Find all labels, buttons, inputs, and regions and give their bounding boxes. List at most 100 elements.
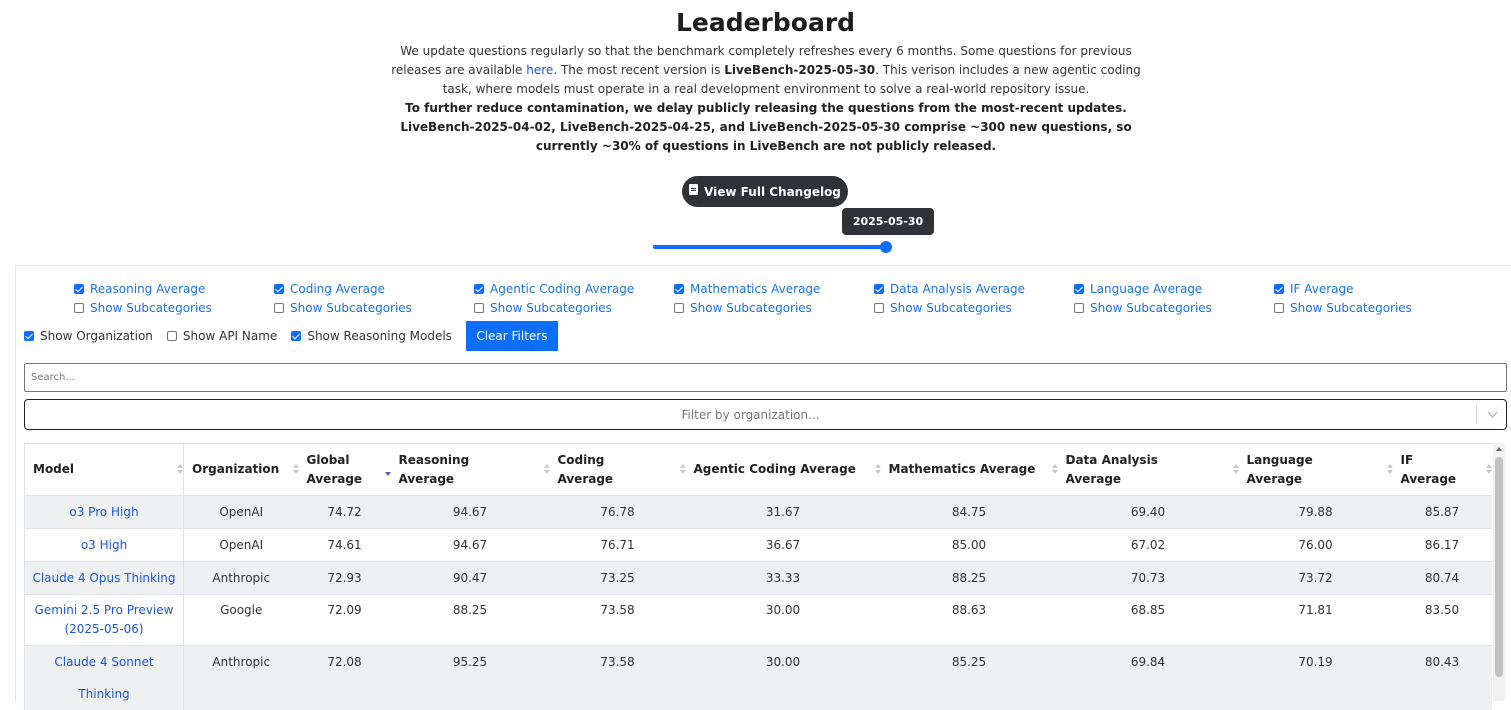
- category-toggle[interactable]: Agentic Coding Average: [474, 279, 634, 298]
- questions-link[interactable]: here: [526, 63, 553, 77]
- show-subcategories-toggle[interactable]: Show Subcategories: [1074, 298, 1212, 317]
- show-organization-option[interactable]: Show Organization: [24, 329, 153, 343]
- category-filter: Reasoning AverageShow Subcategories: [74, 279, 212, 317]
- release-slider-track[interactable]: [653, 245, 886, 249]
- column-header[interactable]: Agentic Coding Average: [686, 444, 881, 496]
- view-changelog-button[interactable]: View Full Changelog: [682, 176, 848, 207]
- table-cell: 73.72: [1239, 562, 1393, 595]
- leaderboard-table: ModelOrganizationGlobal AverageReasoning…: [24, 443, 1492, 710]
- table-cell: 70.19: [1239, 646, 1393, 710]
- table-cell: 74.61: [299, 529, 391, 562]
- category-toggle[interactable]: Coding Average: [274, 279, 412, 298]
- table-cell: 31.67: [686, 496, 881, 529]
- show-subcategories-toggle[interactable]: Show Subcategories: [474, 298, 634, 317]
- column-header[interactable]: Mathematics Average: [881, 444, 1058, 496]
- table-cell: 88.25: [391, 595, 550, 646]
- release-slider-tooltip: 2025-05-30: [842, 208, 934, 235]
- view-changelog-label: View Full Changelog: [704, 185, 841, 199]
- model-link[interactable]: o3 High: [25, 529, 184, 562]
- table-row: Claude 4 Opus ThinkingAnthropic72.9390.4…: [25, 562, 1492, 595]
- intro-text: We update questions regularly so that th…: [381, 42, 1151, 156]
- show-subcategories-toggle[interactable]: Show Subcategories: [874, 298, 1025, 317]
- column-header[interactable]: IF Average: [1393, 444, 1492, 496]
- table-cell: 94.67: [391, 496, 550, 529]
- clear-filters-button[interactable]: Clear Filters: [466, 321, 558, 351]
- table-cell: 76.71: [550, 529, 686, 562]
- category-toggle[interactable]: Language Average: [1074, 279, 1212, 298]
- category-checkbox[interactable]: [274, 284, 284, 294]
- show-subcategories-checkbox[interactable]: [1274, 303, 1284, 313]
- search-input[interactable]: [24, 363, 1507, 392]
- table-cell: 36.67: [686, 529, 881, 562]
- scrollbar-thumb[interactable]: [1495, 457, 1503, 677]
- show-api-name-checkbox[interactable]: [167, 331, 177, 341]
- intro-contamination-note: To further reduce contamination, we dela…: [400, 101, 1131, 153]
- column-header[interactable]: Reasoning Average: [391, 444, 550, 496]
- show-reasoning-models-checkbox[interactable]: [291, 331, 301, 341]
- show-subcategories-checkbox[interactable]: [874, 303, 884, 313]
- organization-filter-select[interactable]: Filter by organization...: [24, 399, 1507, 430]
- show-subcategories-label: Show Subcategories: [1290, 301, 1412, 315]
- document-icon: [689, 184, 698, 195]
- show-subcategories-checkbox[interactable]: [674, 303, 684, 313]
- table-cell: 83.50: [1393, 595, 1492, 646]
- table-cell: 85.25: [881, 646, 1058, 710]
- model-link[interactable]: Gemini 2.5 Pro Preview (2025-05-06): [25, 595, 184, 646]
- column-header[interactable]: Language Average: [1239, 444, 1393, 496]
- category-toggle[interactable]: Mathematics Average: [674, 279, 820, 298]
- category-checkbox[interactable]: [1074, 284, 1084, 294]
- table-cell: Google: [184, 595, 299, 646]
- intro-version: LiveBench-2025-05-30: [724, 63, 875, 77]
- show-subcategories-label: Show Subcategories: [290, 301, 412, 315]
- show-subcategories-toggle[interactable]: Show Subcategories: [274, 298, 412, 317]
- column-header-label: Data Analysis Average: [1066, 451, 1231, 489]
- column-header[interactable]: Model: [25, 444, 184, 496]
- table-cell: 79.88: [1239, 496, 1393, 529]
- show-subcategories-toggle[interactable]: Show Subcategories: [74, 298, 212, 317]
- column-header[interactable]: Data Analysis Average: [1058, 444, 1239, 496]
- show-reasoning-models-option[interactable]: Show Reasoning Models: [291, 329, 452, 343]
- model-link[interactable]: Claude 4 Sonnet Thinking: [25, 646, 184, 710]
- column-header[interactable]: Global Average: [299, 444, 391, 496]
- model-link[interactable]: Claude 4 Opus Thinking: [25, 562, 184, 595]
- intro-part-2: . The most recent version is: [553, 63, 724, 77]
- table-scrollbar[interactable]: [1493, 443, 1505, 701]
- show-api-name-option[interactable]: Show API Name: [167, 329, 277, 343]
- category-toggle[interactable]: Data Analysis Average: [874, 279, 1025, 298]
- table-cell: 71.81: [1239, 595, 1393, 646]
- chevron-down-icon[interactable]: [1488, 408, 1498, 418]
- column-header-label: Mathematics Average: [889, 460, 1050, 479]
- show-subcategories-checkbox[interactable]: [74, 303, 84, 313]
- column-header[interactable]: Organization: [184, 444, 299, 496]
- category-toggle[interactable]: IF Average: [1274, 279, 1412, 298]
- category-filter: Language AverageShow Subcategories: [1074, 279, 1212, 317]
- table-cell: 30.00: [686, 646, 881, 710]
- show-subcategories-checkbox[interactable]: [1074, 303, 1084, 313]
- table-cell: 76.78: [550, 496, 686, 529]
- table-cell: 80.74: [1393, 562, 1492, 595]
- show-subcategories-label: Show Subcategories: [490, 301, 612, 315]
- category-checkbox[interactable]: [74, 284, 84, 294]
- category-filter: IF Average Show Subcategories: [1274, 279, 1412, 317]
- show-subcategories-toggle[interactable]: Show Subcategories: [674, 298, 820, 317]
- show-reasoning-models-label: Show Reasoning Models: [307, 329, 452, 343]
- category-label: IF Average: [1290, 282, 1354, 296]
- category-checkbox[interactable]: [874, 284, 884, 294]
- table-cell: 94.67: [391, 529, 550, 562]
- category-checkbox[interactable]: [1274, 284, 1284, 294]
- table-cell: 72.93: [299, 562, 391, 595]
- release-slider-thumb[interactable]: [880, 241, 892, 253]
- category-checkbox[interactable]: [674, 284, 684, 294]
- model-link[interactable]: o3 Pro High: [25, 496, 184, 529]
- show-organization-checkbox[interactable]: [24, 331, 34, 341]
- table-cell: 67.02: [1058, 529, 1239, 562]
- table-cell: 95.25: [391, 646, 550, 710]
- show-subcategories-checkbox[interactable]: [474, 303, 484, 313]
- table-cell: Anthropic: [184, 646, 299, 710]
- show-subcategories-toggle[interactable]: Show Subcategories: [1274, 298, 1412, 317]
- category-toggle[interactable]: Reasoning Average: [74, 279, 212, 298]
- column-header[interactable]: Coding Average: [550, 444, 686, 496]
- show-subcategories-checkbox[interactable]: [274, 303, 284, 313]
- category-checkbox[interactable]: [474, 284, 484, 294]
- scroll-up-icon[interactable]: [1496, 447, 1502, 451]
